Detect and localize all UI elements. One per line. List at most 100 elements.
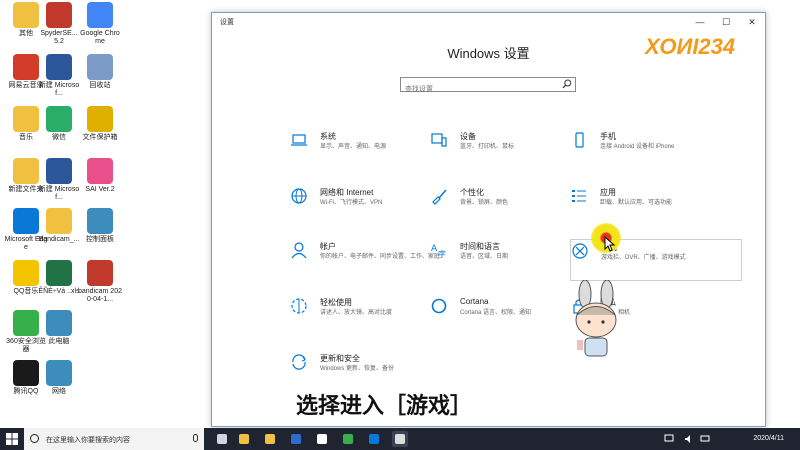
desktop-icon[interactable]: Google Chrome (78, 2, 122, 46)
windows-logo-icon (6, 433, 18, 445)
app-icon (13, 260, 39, 286)
app-icon (46, 310, 72, 336)
tencent-qq-icon (317, 434, 327, 444)
task-view-icon (217, 434, 227, 444)
category-title: 系统 (320, 132, 336, 141)
desktop-icon-label: 新建 Microsof... (38, 186, 80, 201)
desktop-icon-label: SAI Ver.2 (85, 186, 115, 193)
desktop-icon-label: 微信 (52, 134, 66, 141)
taskbar-app-360-browser[interactable] (340, 431, 356, 447)
category-title: 更新和安全 (320, 354, 360, 363)
cortana-circle-icon (30, 434, 39, 443)
app-icon (13, 310, 39, 336)
desktop-icon[interactable]: 新建 Microsof... (37, 54, 81, 98)
settings-category-3[interactable]: 手机连接 Android 设备和 iPhone (570, 129, 740, 169)
desktop-icon[interactable]: 此电脑 (37, 310, 81, 346)
taskbar-app-store[interactable] (236, 431, 252, 447)
category-description: 连接 Android 设备和 iPhone (600, 144, 675, 150)
clock-date[interactable]: 2020/4/11 (753, 435, 784, 442)
xbox-icon (572, 243, 588, 259)
svg-text:A: A (431, 244, 438, 254)
app-icon (46, 2, 72, 28)
app-icon (87, 54, 113, 80)
close-button[interactable]: ✕ (739, 13, 765, 31)
desktop-icon-label: 控制面板 (86, 236, 114, 243)
paintbrush-icon (432, 189, 447, 205)
360-browser-icon (343, 434, 353, 444)
desktop-icon-label: Bandicam_... (38, 236, 80, 243)
desktop-icon[interactable]: 控制面板 (78, 208, 122, 244)
taskbar-search-box[interactable]: 在这里输入你要搜索的内容 (24, 428, 204, 450)
desktop-icon[interactable]: 新建 Microsof... (37, 158, 81, 202)
file-explorer-icon (265, 434, 275, 444)
category-title: 轻松使用 (320, 298, 352, 307)
desktop-icon[interactable]: 网络 (37, 360, 81, 396)
category-description: 卸载、默认应用、可选功能 (600, 200, 673, 206)
desktop-icon[interactable]: 微信 (37, 106, 81, 142)
maximize-button[interactable]: ☐ (713, 13, 739, 31)
category-title: 时间和语言 (460, 242, 500, 251)
volume-icon[interactable] (684, 434, 694, 444)
taskbar-app-mail[interactable] (288, 431, 304, 447)
settings-search-input[interactable] (401, 84, 555, 95)
app-icon (13, 158, 39, 184)
app-icon (87, 260, 113, 286)
desktop-icon-label: 此电脑 (48, 338, 70, 345)
desktop-icon[interactable]: 回收站 (78, 54, 122, 90)
category-title: 网络和 Internet (320, 188, 374, 197)
desktop-icon[interactable]: SpyderSE... 5.2 (37, 2, 81, 46)
app-icon (13, 360, 39, 386)
desktop-icon[interactable]: 文件保护箱 (78, 106, 122, 142)
devices-icon (431, 133, 447, 147)
category-title: 帐户 (320, 242, 336, 251)
taskbar-search-placeholder: 在这里输入你要搜索的内容 (46, 437, 130, 444)
settings-category-13[interactable]: 更新和安全 Windows 更新、恢复、备份 (290, 351, 460, 391)
app-icon (46, 54, 72, 80)
mail-icon (291, 434, 301, 444)
update-icon (292, 354, 306, 370)
app-icon (13, 208, 39, 234)
desktop-icon-label: 回收站 (89, 82, 111, 89)
store-icon (239, 434, 249, 444)
desktop-icon-label: Google Chrome (80, 30, 120, 45)
microphone-icon[interactable] (193, 434, 198, 442)
time-language-icon: A字 (431, 244, 446, 259)
taskbar-app-tencent-qq[interactable] (314, 431, 330, 447)
settings-search-box[interactable] (400, 77, 576, 95)
app-icon (46, 208, 72, 234)
app-icon (87, 208, 113, 234)
desktop-icon-label: 文件保护箱 (82, 134, 118, 141)
category-description: 游戏栏、DVR、广播、游戏模式 (601, 255, 686, 261)
cortana-icon (431, 298, 447, 314)
desktop-icon[interactable]: Bandicam_... (37, 208, 81, 244)
settings-category-6[interactable]: 应用卸载、默认应用、可选功能 (570, 185, 740, 225)
start-button[interactable] (0, 428, 24, 450)
desktop-icon-label: SpyderSE... 5.2 (40, 30, 78, 45)
laptop-icon (291, 134, 307, 146)
app-icon (13, 2, 39, 28)
edge-icon (369, 434, 379, 444)
category-title: Cortana (460, 297, 489, 306)
minimize-button[interactable]: — (687, 13, 713, 31)
globe-icon (291, 188, 307, 204)
title-bar[interactable]: 设置 — ☐ ✕ (212, 13, 765, 31)
taskbar-app-edge[interactable] (366, 431, 382, 447)
desktop-icon-label: ÊÑÉ÷Vá ..xls (38, 288, 80, 295)
app-icon (87, 106, 113, 132)
category-title: 应用 (600, 188, 616, 197)
taskbar-app-settings[interactable] (392, 431, 408, 447)
app-icon (46, 106, 72, 132)
category-title: 手机 (600, 132, 616, 141)
taskbar-app-task-view[interactable] (214, 431, 230, 447)
svg-text:字: 字 (438, 249, 446, 259)
app-icon (87, 2, 113, 28)
desktop-icon[interactable]: SAI Ver.2 (78, 158, 122, 194)
chat-bubble-icon[interactable] (664, 434, 674, 444)
taskbar: 在这里输入你要搜索的内容 2020/4/11 (0, 428, 800, 450)
desktop-icon-label: bandicam 2020-04-1... (78, 288, 122, 303)
taskbar-app-file-explorer[interactable] (262, 431, 278, 447)
mouse-pointer-icon (604, 236, 616, 252)
network-icon[interactable] (700, 434, 710, 444)
desktop-icon[interactable]: bandicam 2020-04-1... (78, 260, 122, 304)
desktop-icon[interactable]: ÊÑÉ÷Vá ..xls (37, 260, 81, 296)
